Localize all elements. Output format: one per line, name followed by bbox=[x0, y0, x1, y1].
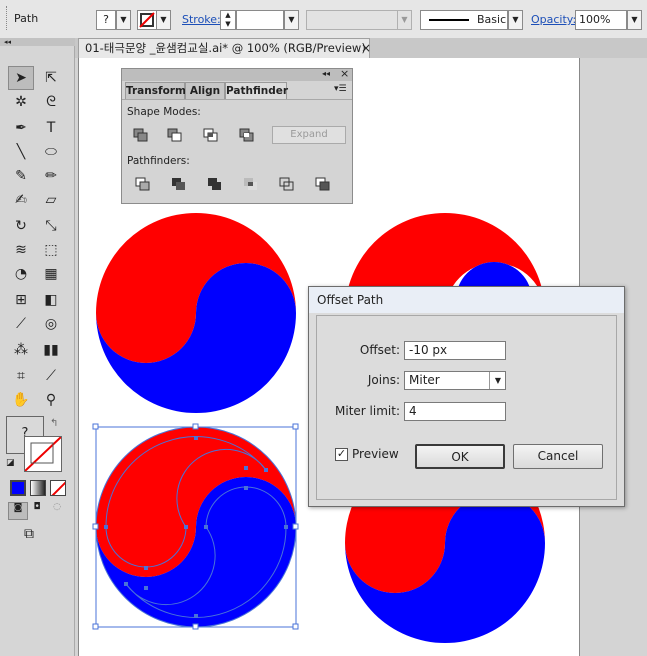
divider bbox=[122, 99, 352, 100]
collapse-icon[interactable]: ◂◂ bbox=[322, 69, 330, 78]
preview-label: Preview bbox=[352, 447, 399, 461]
panel-menu-icon[interactable]: ▾☰ bbox=[334, 84, 347, 94]
offset-path-dialog: Offset Path Offset: -10 px Joins: Miter … bbox=[308, 286, 625, 507]
trim-icon[interactable] bbox=[168, 175, 190, 193]
taegeuk-symbol-1[interactable] bbox=[96, 213, 296, 413]
joins-label: Joins: bbox=[367, 373, 400, 387]
taegeuk-symbol-3-selected[interactable] bbox=[92, 423, 299, 630]
offset-label: Offset: bbox=[359, 343, 400, 357]
tab-transform[interactable]: Transform bbox=[125, 82, 186, 99]
expand-button[interactable]: Expand bbox=[272, 126, 346, 144]
chevron-down-icon: ▼ bbox=[489, 372, 506, 389]
minus-front-icon[interactable] bbox=[164, 126, 186, 144]
pathfinders-label: Pathfinders: bbox=[127, 155, 190, 167]
merge-icon[interactable] bbox=[204, 175, 226, 193]
pathfinder-panel: ◂◂ × Transform Align Pathfinder ▾☰ Shape… bbox=[121, 67, 353, 204]
ok-button[interactable]: OK bbox=[415, 444, 505, 469]
unite-icon[interactable] bbox=[130, 126, 152, 144]
exclude-icon[interactable] bbox=[236, 126, 258, 144]
miter-limit-input[interactable]: 4 bbox=[404, 402, 506, 421]
tab-pathfinder[interactable]: Pathfinder bbox=[225, 82, 288, 99]
miter-limit-label: Miter limit: bbox=[335, 404, 400, 418]
close-panel-icon[interactable]: × bbox=[340, 67, 349, 80]
offset-input[interactable]: -10 px bbox=[404, 341, 506, 360]
divide-icon[interactable] bbox=[132, 175, 154, 193]
dialog-body: Offset: -10 px Joins: Miter ▼ Miter limi… bbox=[316, 315, 617, 500]
cancel-button[interactable]: Cancel bbox=[513, 444, 603, 469]
panel-header: ◂◂ × bbox=[122, 67, 352, 81]
outline-icon[interactable] bbox=[276, 175, 298, 193]
crop-icon[interactable] bbox=[240, 175, 262, 193]
joins-value: Miter bbox=[409, 373, 440, 387]
dialog-title[interactable]: Offset Path bbox=[309, 287, 624, 313]
tab-align[interactable]: Align bbox=[185, 82, 225, 99]
preview-checkbox[interactable]: ✓ bbox=[335, 448, 348, 461]
shape-modes-label: Shape Modes: bbox=[127, 106, 201, 118]
intersect-icon[interactable] bbox=[200, 126, 222, 144]
minus-back-icon[interactable] bbox=[312, 175, 334, 193]
joins-select[interactable]: Miter ▼ bbox=[404, 371, 506, 390]
